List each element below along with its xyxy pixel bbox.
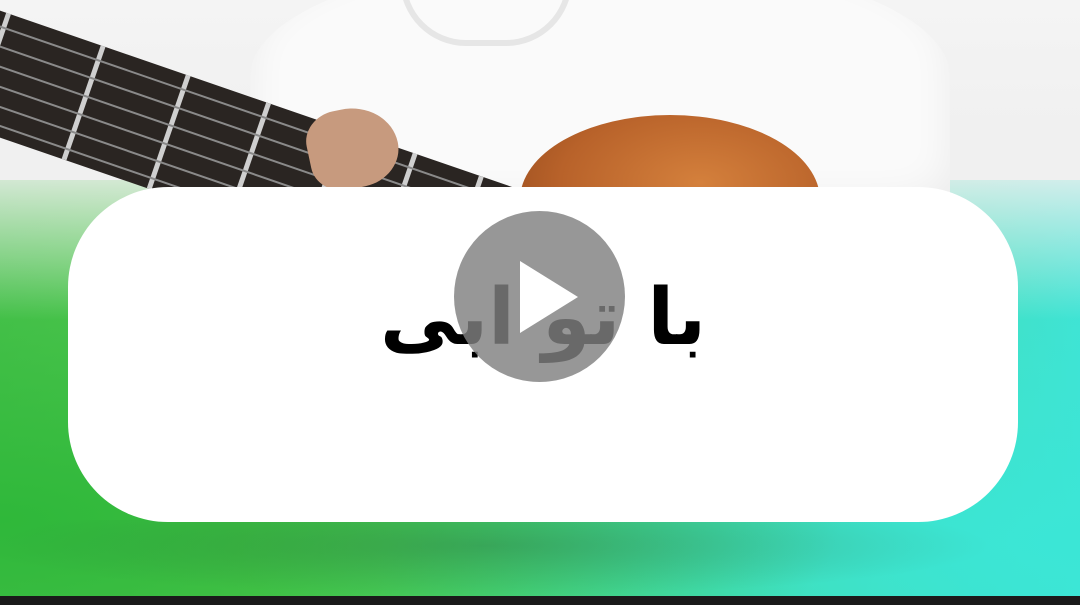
play-icon <box>520 261 578 333</box>
play-button[interactable] <box>454 211 625 382</box>
bottom-bar <box>0 596 1080 605</box>
video-player[interactable]: با تو ابی <box>0 0 1080 605</box>
bottom-shadow <box>0 520 1080 605</box>
